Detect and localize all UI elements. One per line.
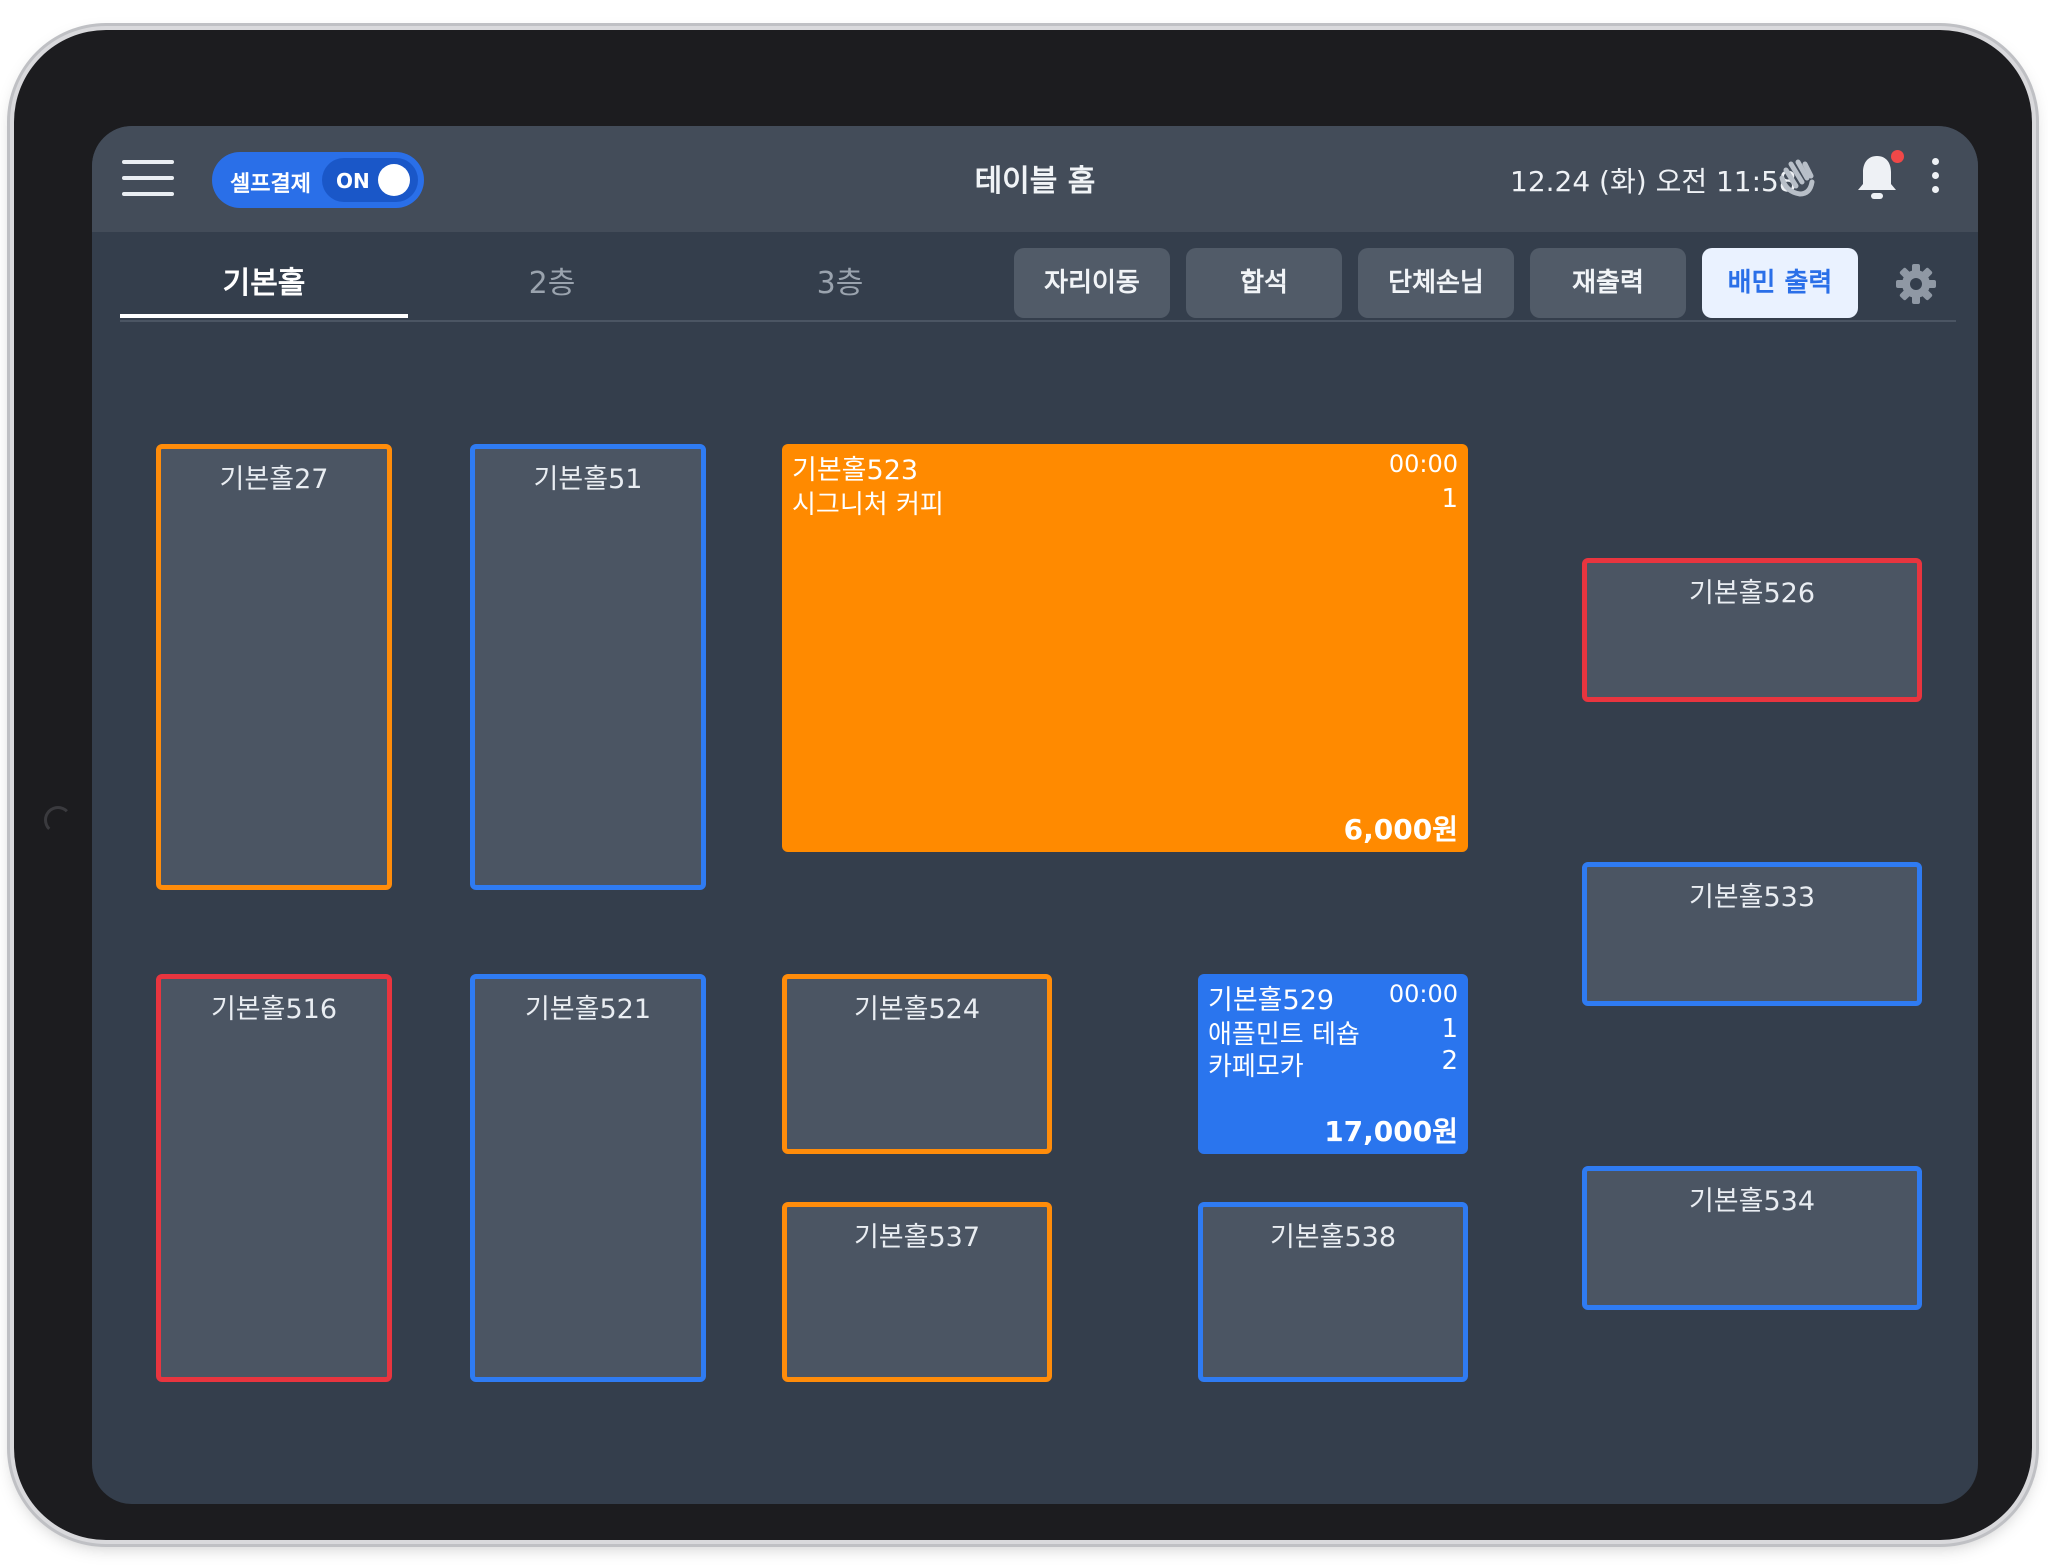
more-vertical-icon[interactable] (1930, 158, 1940, 198)
table-card[interactable]: 기본홀526 (1582, 558, 1922, 702)
table-name: 기본홀27 (219, 464, 329, 495)
table-card[interactable]: 기본홀51 (470, 444, 706, 890)
move-seat-button[interactable]: 자리이동 (1014, 248, 1170, 318)
order-item: 시그니처 커피 1 (792, 484, 1458, 521)
elapsed-time: 00:00 (1388, 450, 1458, 478)
occupied-table-card[interactable]: 기본홀523 00:00 시그니처 커피 1 6,000원 (782, 444, 1468, 852)
datetime: 12.24 (화) 오전 11:58 (1510, 165, 1797, 198)
table-card[interactable]: 기본홀538 (1198, 1202, 1468, 1382)
table-name: 기본홀529 (1208, 985, 1335, 1016)
table-card[interactable]: 기본홀516 (156, 974, 392, 1382)
tablet-frame: 셀프결제 ON 테이블 홈 12.24 (화) 오전 11:58 기본홀 2층 … (14, 30, 2032, 1540)
table-name: 기본홀534 (1688, 1186, 1816, 1217)
camera-icon (44, 806, 72, 834)
item-name: 카페모카 (1208, 1052, 1304, 1082)
tab-floor-3[interactable]: 3층 (696, 258, 984, 302)
table-name: 기본홀533 (1688, 882, 1816, 913)
active-tab-indicator (120, 314, 408, 318)
table-name: 기본홀523 (792, 455, 919, 486)
baemin-print-button[interactable]: 배민 출력 (1702, 248, 1858, 318)
table-name: 기본홀538 (1269, 1222, 1397, 1253)
item-name: 시그니처 커피 (792, 490, 944, 520)
table-name: 기본홀537 (853, 1222, 981, 1253)
table-card[interactable]: 기본홀534 (1582, 1166, 1922, 1310)
order-total: 6,000원 (1343, 813, 1458, 846)
table-name: 기본홀521 (524, 994, 652, 1025)
gear-icon[interactable] (1894, 262, 1938, 306)
table-card[interactable]: 기본홀524 (782, 974, 1052, 1154)
tab-floor-2[interactable]: 2층 (408, 258, 696, 302)
order-item: 카페모카 2 (1208, 1046, 1458, 1083)
item-qty: 1 (1441, 484, 1458, 514)
app-screen: 셀프결제 ON 테이블 홈 12.24 (화) 오전 11:58 기본홀 2층 … (92, 126, 1978, 1504)
reprint-button[interactable]: 재출력 (1530, 248, 1686, 318)
occupied-table-card[interactable]: 기본홀529 00:00 애플민트 테숍 1 카페모카 2 17,000원 (1198, 974, 1468, 1154)
table-name: 기본홀51 (533, 464, 643, 495)
order-total: 17,000원 (1324, 1115, 1458, 1148)
table-card[interactable]: 기본홀537 (782, 1202, 1052, 1382)
table-name: 기본홀526 (1688, 578, 1816, 609)
top-bar: 셀프결제 ON 테이블 홈 12.24 (화) 오전 11:58 (92, 126, 1978, 232)
group-guest-button[interactable]: 단체손님 (1358, 248, 1514, 318)
item-qty: 1 (1441, 1014, 1458, 1044)
tab-floor-main[interactable]: 기본홀 (120, 258, 408, 302)
notification-dot (1891, 150, 1904, 163)
item-qty: 2 (1441, 1046, 1458, 1076)
table-name: 기본홀516 (210, 994, 338, 1025)
table-card[interactable]: 기본홀27 (156, 444, 392, 890)
table-name: 기본홀524 (853, 994, 981, 1025)
hand-wave-icon[interactable] (1774, 152, 1820, 198)
table-card[interactable]: 기본홀533 (1582, 862, 1922, 1006)
table-card[interactable]: 기본홀521 (470, 974, 706, 1382)
merge-table-button[interactable]: 합석 (1186, 248, 1342, 318)
elapsed-time: 00:00 (1388, 980, 1458, 1008)
